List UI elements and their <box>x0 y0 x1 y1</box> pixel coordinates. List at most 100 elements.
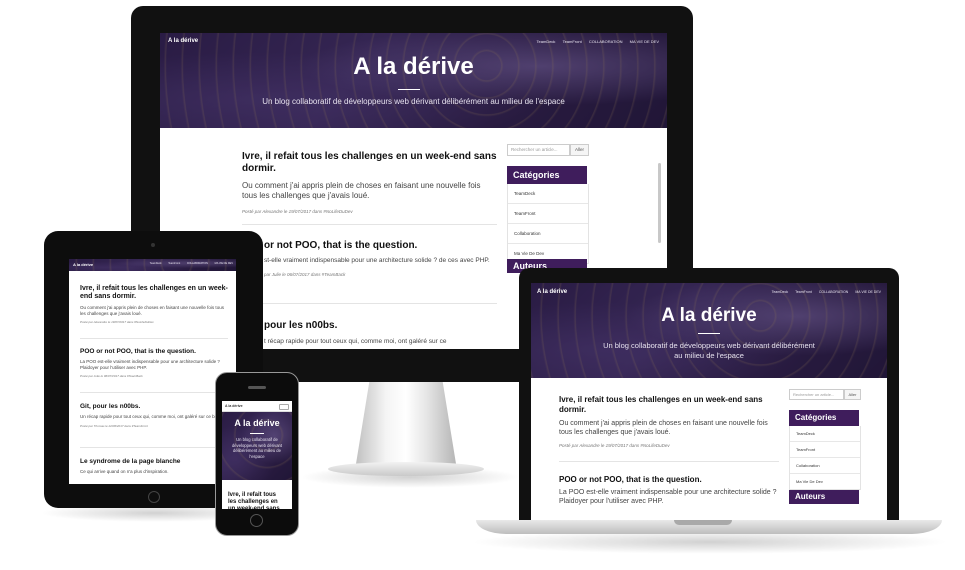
laptop-screen: A la dérive TeamDeck TeamFront COLLABORA… <box>531 283 887 521</box>
post-item: Ivre, il refait tous les challenges en u… <box>80 285 228 324</box>
post-excerpt: Un récap rapide pour tout ceux qui, comm… <box>80 414 226 419</box>
post-meta: Posté par Thomas le 22/06/2017 dans #Tea… <box>80 423 148 428</box>
category-item[interactable]: TeamFront <box>508 204 588 224</box>
nav-item-teamfront[interactable]: TeamFront <box>795 290 812 294</box>
post-title[interactable]: Le syndrome de la page blanche <box>80 458 228 465</box>
post-divider <box>80 338 228 339</box>
post-title[interactable]: POO or not POO, that is the question. <box>80 348 228 355</box>
post-divider <box>80 392 228 393</box>
post-item: POO or not POO, that is the question. La… <box>559 475 779 506</box>
post-excerpt: t récap rapide pour tout ceux qui, comme… <box>264 338 447 345</box>
brand-logo[interactable]: A la dérive <box>537 289 567 295</box>
post-title[interactable]: Git, pour les n00bs. <box>80 403 228 410</box>
category-item[interactable]: TeamDeck <box>508 184 588 204</box>
nav-item-ma-vie-de-dev[interactable]: MA VIE DE DEV <box>630 39 659 44</box>
hero-title: A la dérive <box>661 305 757 326</box>
phone-speaker <box>248 386 266 389</box>
search-input[interactable]: Rechercher un article... <box>789 389 844 400</box>
imac-base <box>328 462 484 476</box>
nav-item-teamdeck[interactable]: TeamDeck <box>772 290 789 294</box>
phone-screen: A la dérive A la dérive Un blog collabor… <box>222 401 292 509</box>
category-item[interactable]: TeamFront <box>790 442 860 458</box>
post-divider <box>242 224 497 225</box>
hero-subtitle: Un blog collaboratif de développeurs web… <box>262 97 565 106</box>
post-title[interactable]: POO or not POO, that is the question. <box>559 475 779 484</box>
nav-item-ma-vie-de-dev[interactable]: MA VIE DE DEV <box>855 290 881 294</box>
post-divider <box>80 447 228 448</box>
nav-item-collaboration[interactable]: COLLABORATION <box>187 262 208 265</box>
hero-title: A la dérive <box>234 418 280 428</box>
post-excerpt: Ce qui arrive quand on n'a plus d'inspir… <box>80 469 169 474</box>
nav-item-teamdeck[interactable]: TeamDeck <box>537 39 556 44</box>
phone-home-button[interactable] <box>250 514 263 527</box>
post-title[interactable]: pour les n00bs. <box>264 320 497 331</box>
hero-divider <box>698 333 720 334</box>
post-excerpt: Ou comment j'ai appris plein de choses e… <box>242 181 481 200</box>
post-item: pour les n00bs. t récap rapide pour tout… <box>264 320 497 346</box>
nav-item-teamfront[interactable]: TeamFront <box>563 39 582 44</box>
post-meta: Posté par Alexandre le 19/07/2017 dans #… <box>80 320 154 324</box>
nav-item-teamfront[interactable]: TeamFront <box>168 262 180 265</box>
hero-banner: A la dérive TeamDeck TeamFront COLLABORA… <box>531 283 887 378</box>
post-item: Git, pour les n00bs. Un récap rapide pou… <box>80 403 228 428</box>
hero-divider <box>250 433 264 434</box>
post-excerpt: Ou comment j'ai appris plein de choses e… <box>80 305 224 316</box>
brand-logo[interactable]: A la dérive <box>73 262 93 267</box>
phone-header: A la dérive <box>222 401 292 412</box>
categories-heading: Catégories <box>789 410 859 426</box>
authors-heading: Auteurs <box>789 490 859 504</box>
post-title[interactable]: or not POO, that is the question. <box>264 240 497 251</box>
tablet-home-button[interactable] <box>148 491 160 503</box>
nav-item-teamdeck[interactable]: TeamDeck <box>150 262 162 265</box>
categories-heading: Catégories <box>507 166 587 184</box>
tablet-camera <box>151 243 155 247</box>
category-item[interactable]: Collaboration <box>790 458 860 474</box>
post-divider <box>242 303 497 304</box>
post-meta: par Julie le 06/07/2017 dans #TeamBack <box>264 272 346 277</box>
post-item: Ivre, il refait tous les challenges en u… <box>242 151 497 214</box>
category-item[interactable]: Collaboration <box>508 224 588 244</box>
post-title[interactable]: Ivre, il refait tous les challenges en u… <box>559 395 779 415</box>
search-button[interactable]: Aller <box>570 144 589 156</box>
hero-title: A la dérive <box>353 53 474 80</box>
nav-item-collaboration[interactable]: COLLABORATION <box>819 290 849 294</box>
tablet-screen: A la dérive TeamDeck TeamFront COLLABORA… <box>69 259 236 484</box>
hero-banner: A la dérive TeamDeck TeamFront COLLABORA… <box>160 33 667 128</box>
post-item: POO or not POO, that is the question. La… <box>80 348 228 378</box>
post-excerpt: La POO est-elle vraiment indispensable p… <box>80 359 220 370</box>
search-button[interactable]: Aller <box>844 389 861 400</box>
post-item: Ivre, il refait tous les challenges en u… <box>559 395 779 448</box>
imac-stand <box>355 382 457 470</box>
main-nav: TeamDeck TeamFront COLLABORATION MA VIE … <box>766 290 881 294</box>
laptop-notch <box>674 520 732 525</box>
post-title[interactable]: Ivre, il refait tous les challenges en u… <box>228 492 286 509</box>
categories-list: TeamDeck TeamFront Collaboration Ma Vie … <box>789 426 861 490</box>
nav-item-collaboration[interactable]: COLLABORATION <box>589 39 623 44</box>
post-item: or not POO, that is the question. st-ell… <box>264 240 497 277</box>
brand-logo[interactable]: A la dérive <box>225 404 243 408</box>
post-meta: Posté par Julie le 06/07/2017 dans #Team… <box>80 374 143 378</box>
post-excerpt: Ou comment j'ai appris plein de choses e… <box>559 420 768 436</box>
brand-logo[interactable]: A la dérive <box>168 38 198 44</box>
main-nav: TeamDeck TeamFront COLLABORATION MA VIE … <box>144 262 233 265</box>
hero-divider <box>398 89 420 90</box>
post-excerpt: st-elle vraiment indispensable pour une … <box>264 257 490 264</box>
categories-list: TeamDeck TeamFront Collaboration Ma Vie … <box>507 184 589 264</box>
category-item[interactable]: Ma Vie De Dev <box>790 474 860 489</box>
post-divider <box>559 461 779 462</box>
post-title[interactable]: Ivre, il refait tous les challenges en u… <box>80 285 228 301</box>
post-item: Le syndrome de la page blanche Ce qui ar… <box>80 458 228 475</box>
hero-subtitle: Un blog collaboratif de développeurs web… <box>603 341 815 360</box>
nav-item-ma-vie-de-dev[interactable]: MA VIE DE DEV <box>215 262 233 265</box>
tablet-header: A la dérive TeamDeck TeamFront COLLABORA… <box>69 259 236 271</box>
post-meta: Posté par Alexandre le 19/07/2017 dans #… <box>242 209 353 214</box>
post-title[interactable]: Ivre, il refait tous les challenges en u… <box>242 151 497 175</box>
hero-subtitle: Un blog collaboratif de développeurs web… <box>231 437 283 459</box>
hero-banner: A la dérive Un blog collaboratif de déve… <box>222 412 292 480</box>
search-input[interactable]: Rechercher un article... <box>507 144 570 156</box>
category-item[interactable]: TeamDeck <box>790 426 860 442</box>
post-meta: Posté par Alexandre le 19/07/2017 dans #… <box>559 443 670 448</box>
menu-toggle-icon[interactable] <box>279 404 289 410</box>
scrollbar[interactable] <box>658 163 661 243</box>
post-excerpt: La POO est-elle vraiment indispensable p… <box>559 489 777 505</box>
